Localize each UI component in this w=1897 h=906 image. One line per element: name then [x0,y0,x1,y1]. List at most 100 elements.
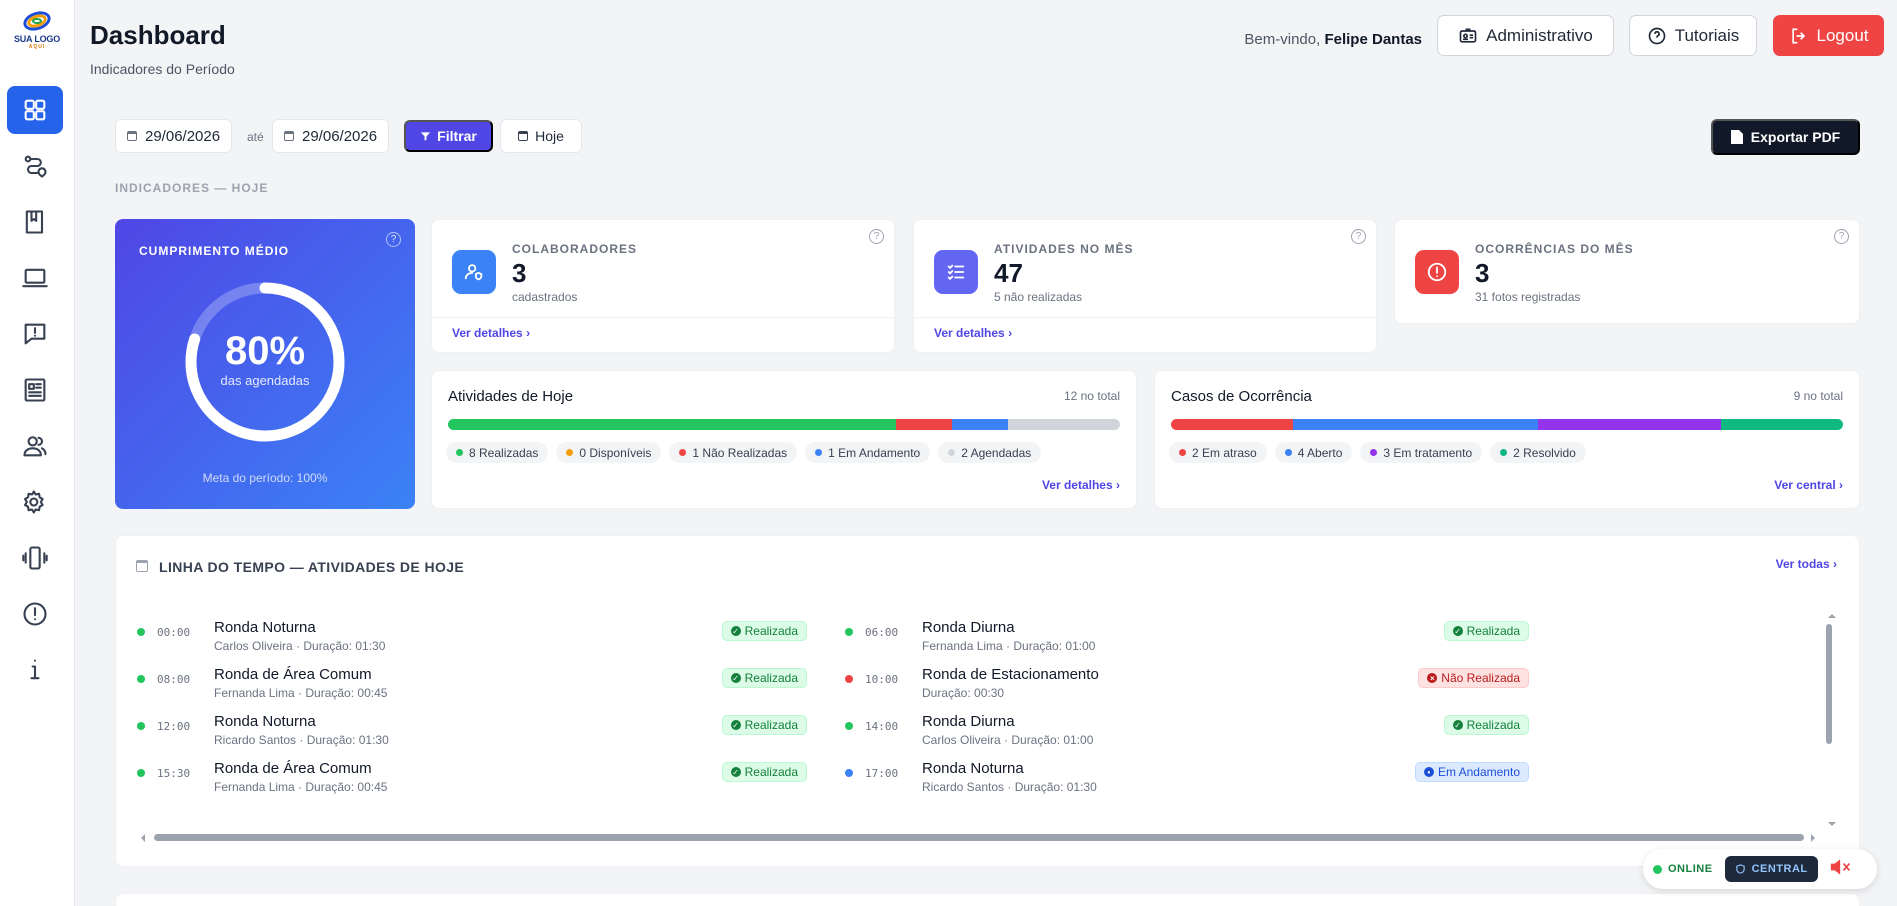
online-indicator: ONLINE [1653,863,1713,875]
timeline-activity-name: Ronda Noturna [922,760,1024,777]
legend-dot [566,449,574,456]
timeline-item[interactable]: 15:30 Ronda de Área Comum Fernanda Lima · … [137,760,807,806]
timeline-item[interactable]: 17:00 Ronda Noturna Ricardo Santos · Duraç… [845,760,1529,806]
legend-label: 2 Agendadas [961,445,1032,460]
timeline-activity-name: Ronda Noturna [214,619,316,636]
legend-label: 2 Em atraso [1192,445,1257,460]
timeline-item[interactable]: 14:00 Ronda Diurna Carlos Oliveira · Duraç… [845,713,1529,759]
stat-label: OCORRÊNCIAS DO MÊS [1475,242,1634,256]
stat-label: COLABORADORES [512,242,638,256]
sidebar: SUA LOGO AQUI [0,0,75,906]
sidebar-item-alert-circle[interactable] [7,590,63,638]
central-button[interactable]: CENTRAL [1724,856,1818,882]
status-dot [137,722,145,730]
today-button[interactable]: Hoje [500,119,582,153]
report-icon [24,378,46,402]
volume-mute-icon [1830,858,1850,875]
scroll-left-arrow[interactable] [137,834,145,842]
status-label: Não Realizada [1441,671,1520,685]
sidebar-item-settings[interactable] [7,478,63,526]
admin-button[interactable]: Administrativo [1437,15,1614,56]
alert-circle-icon [23,602,47,626]
status-dot [845,628,853,636]
sidebar-item-info[interactable] [7,646,63,694]
view-central-link[interactable]: Ver central › [1774,478,1843,492]
status-dot [137,769,145,777]
timeline-item[interactable]: 00:00 Ronda Noturna Carlos Oliveira · Dura… [137,619,807,665]
sidebar-item-grid[interactable] [7,86,63,134]
shield-icon [1735,864,1745,874]
help-icon[interactable]: ? [869,229,884,244]
scroll-down-arrow[interactable] [1828,822,1836,830]
view-details-link[interactable]: Ver detalhes › [934,326,1012,340]
timeline-item[interactable]: 06:00 Ronda Diurna Fernanda Lima · Duração… [845,619,1529,665]
status-badge: ✓ Realizada [1443,715,1529,735]
sidebar-item-users[interactable] [7,422,63,470]
tutorials-button[interactable]: Tutoriais [1629,15,1757,56]
page-subtitle: Indicadores do Período [90,61,235,77]
until-label: até [247,130,264,144]
calendar-icon [136,560,148,572]
legend-label: 2 Resolvido [1513,445,1576,460]
mute-button[interactable] [1830,858,1852,881]
legend-label: 1 Em Andamento [828,445,921,460]
logo[interactable]: SUA LOGO AQUI [6,8,68,56]
export-pdf-button[interactable]: Exportar PDF [1711,119,1860,155]
filter-button[interactable]: Filtrar [404,120,493,152]
legend-dot [1179,449,1186,456]
status-label: Realizada [1466,624,1520,638]
timeline-time: 17:00 [865,767,899,780]
date-to-input[interactable]: 29/06/2026 [272,119,390,153]
bar-segment [1171,419,1294,430]
timeline-title: LINHA DO TEMPO — ATIVIDADES DE HOJE [159,559,465,575]
view-details-link[interactable]: Ver detalhes › [452,326,530,340]
activities-today-card: Atividades de Hoje 12 no total 8 Realiza… [431,370,1137,509]
book-icon [25,210,44,234]
users-icon [23,436,47,457]
horizontal-scrollbar[interactable] [154,834,1804,841]
online-dot [1653,864,1662,874]
legend-pill: 2 Resolvido [1490,442,1586,463]
date-from-input[interactable]: 29/06/2026 [115,119,233,153]
legend-pill: 0 Disponíveis [556,442,662,463]
sidebar-item-laptop[interactable] [7,254,63,302]
legend-label: 1 Não Realizadas [692,445,788,460]
stat-label: ATIVIDADES NO MÊS [994,242,1134,256]
user-shield-icon [452,250,496,294]
date-to-value: 29/06/2026 [302,127,378,145]
legend-dot [456,449,463,456]
view-details-link[interactable]: Ver detalhes › [1042,478,1120,492]
tutorials-label: Tutoriais [1674,25,1740,45]
sidebar-item-route[interactable] [7,142,63,190]
status-label: Realizada [744,718,798,732]
scroll-right-arrow[interactable] [1811,834,1819,842]
status-badge: × Não Realizada [1418,668,1529,688]
vertical-scrollbar[interactable] [1826,624,1832,744]
timeline-activity-meta: Carlos Oliveira · Duração: 01:00 [922,733,1094,747]
timeline-activity-meta: Fernanda Lima · Duração: 00:45 [214,686,388,700]
status-badge: ✓ Realizada [721,715,807,735]
logout-button[interactable]: Logout [1773,15,1884,56]
sidebar-item-book[interactable] [7,198,63,246]
compliance-title: CUMPRIMENTO MÉDIO [139,244,290,258]
legend-pill: 2 Em atraso [1169,442,1267,463]
logout-icon [1791,28,1805,43]
status-dot [845,675,853,683]
timeline-item[interactable]: 10:00 Ronda de Estacionamento Duração: 00:… [845,666,1529,712]
timeline-time: 08:00 [157,673,191,686]
timeline-item[interactable]: 08:00 Ronda de Área Comum Fernanda Lima · … [137,666,807,712]
stat-value: 3 [1475,258,1490,288]
sidebar-item-alert-message[interactable] [7,310,63,358]
view-all-link[interactable]: Ver todas › [1776,557,1837,571]
scroll-up-arrow[interactable] [1828,610,1836,618]
sidebar-item-phone-vibrate[interactable] [7,534,63,582]
status-icon: ✓ [730,626,741,636]
timeline-item[interactable]: 12:00 Ronda Noturna Ricardo Santos · Duraç… [137,713,807,759]
help-icon[interactable]: ? [1351,229,1366,244]
help-icon[interactable]: ? [1834,229,1849,244]
online-label: ONLINE [1668,863,1713,875]
chevron-right-icon: › [1833,557,1837,571]
settings-icon [24,490,44,514]
sidebar-item-report[interactable] [7,366,63,414]
help-icon[interactable]: ? [386,232,401,247]
